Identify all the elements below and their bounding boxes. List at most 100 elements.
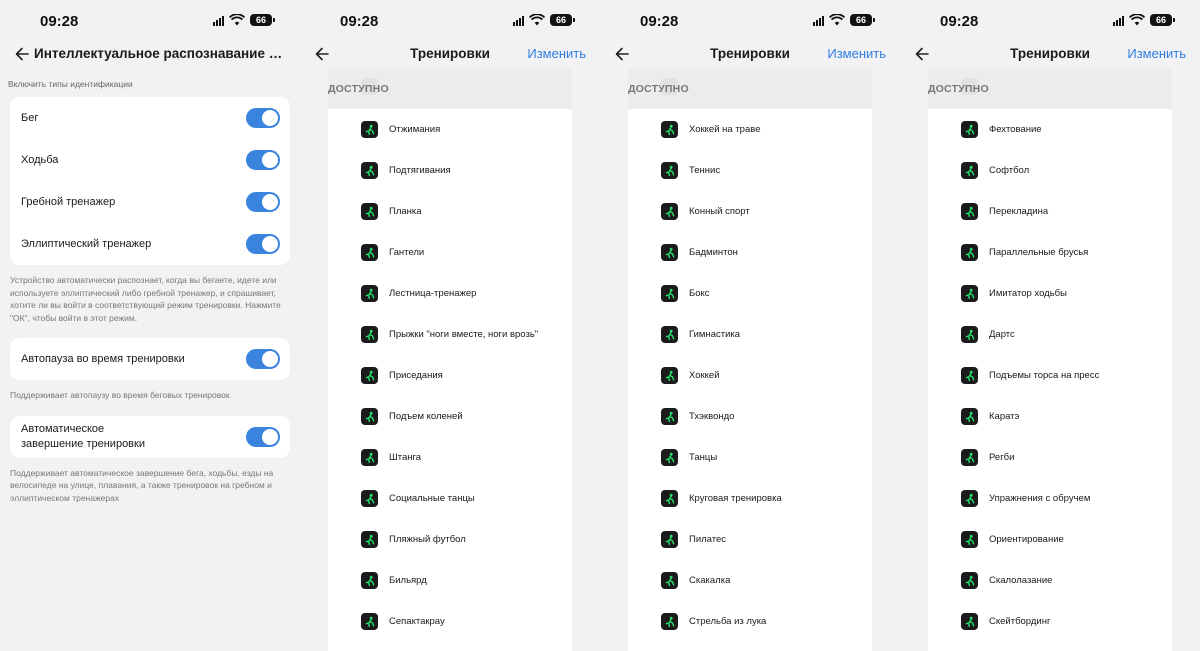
workout-icon [361,121,378,138]
list-item[interactable]: Хоккей на траве [628,109,872,150]
list-item[interactable]: Бадминтон [628,232,872,273]
list-item[interactable]: Подъем коленей [328,396,572,437]
list-item[interactable]: Планка [328,191,572,232]
toggle-switch-run[interactable] [246,108,280,128]
list-item[interactable]: Параллельные брусья [928,232,1172,273]
wifi-icon [829,14,845,26]
workout-icon [661,326,678,343]
list-item[interactable]: Каратэ [928,396,1172,437]
list-item[interactable]: Фехтование [928,109,1172,150]
toggle-row-run: Бег [10,97,290,139]
list-item[interactable]: Конный спорт [628,191,872,232]
toggle-switch-elliptical[interactable] [246,234,280,254]
workout-icon [661,572,678,589]
toggle-switch-autofinish[interactable] [246,426,280,447]
list-item[interactable]: Социальные танцы [328,478,572,519]
status-time: 09:28 [340,13,379,30]
toggle-label: Бег [21,111,39,124]
edit-button[interactable]: Изменить [827,46,886,61]
list-item[interactable]: Гимнастика [628,314,872,355]
list-item[interactable]: Приседания [328,355,572,396]
list-item[interactable]: Хоккей [628,355,872,396]
workout-icon [361,162,378,179]
workout-icon [661,162,678,179]
workout-icon [961,408,978,425]
workout-icon [361,285,378,302]
workout-icon [361,326,378,343]
list-item[interactable]: Пилатес [628,519,872,560]
list-item[interactable]: Бильярд [328,560,572,601]
workout-label: Круговая тренировка [689,493,782,504]
toggle-switch-autopause[interactable] [246,349,280,369]
toggle-switch-walk[interactable] [246,150,280,170]
workout-label: Регби [989,452,1015,463]
workout-label: Танцы [689,452,718,463]
list-item[interactable]: Танцы [628,437,872,478]
list-item[interactable]: Ориентирование [928,519,1172,560]
workout-icon [661,285,678,302]
workout-label: Хоккей [689,370,720,381]
wifi-icon [229,14,245,26]
nav-bar: Тренировки Изменить [300,44,600,68]
list-item[interactable]: Гантели [328,232,572,273]
workout-label: Лестница-тренажер [389,288,477,299]
workout-label: Сепактакрау [389,616,445,627]
autopause-card: Автопауза во время тренировки [10,338,290,380]
available-title: ДОСТУПНО [928,83,989,95]
status-time: 09:28 [640,13,679,30]
workout-icon [961,490,978,507]
list-item[interactable]: Имитатор ходьбы [928,273,1172,314]
list-item[interactable]: Теннис [628,150,872,191]
list-item[interactable]: Бокс [628,273,872,314]
toggle-row-rowing: Гребной тренажер [10,181,290,223]
workout-icon [961,613,978,630]
list-item[interactable]: Регби [928,437,1172,478]
list-item[interactable]: Пляжный футбол [328,519,572,560]
workout-label: Параллельные брусья [989,247,1089,258]
status-bar: 09:28 66 [0,0,300,44]
workout-label: Отжимания [389,124,441,135]
toggle-label: Автопауза во время тренировки [21,352,185,365]
list-item[interactable]: Отжимания [328,109,572,150]
list-item[interactable]: Прыжки "ноги вместе, ноги врозь" [328,314,572,355]
edit-button[interactable]: Изменить [1127,46,1186,61]
workout-icon [361,203,378,220]
workout-label: Прыжки "ноги вместе, ноги врозь" [389,329,539,340]
list-item[interactable]: Скейтбординг [928,601,1172,642]
workout-icon [661,490,678,507]
workout-icon [661,531,678,548]
battery-icon: 66 [850,14,875,26]
list-item[interactable]: Лестница-тренажер [328,273,572,314]
list-item[interactable]: Круговая тренировка [628,478,872,519]
back-arrow-icon[interactable] [14,44,30,64]
list-item[interactable]: Дартс [928,314,1172,355]
list-item[interactable]: Подтягивания [328,150,572,191]
phone-screen-recognition: 09:28 66 Интеллектуальное распознавание … [0,0,300,651]
workout-label: Дартс [989,329,1015,340]
list-item[interactable]: Штанга [328,437,572,478]
list-item[interactable]: Подъемы торса на пресс [928,355,1172,396]
list-item[interactable]: Упражнения с обручем [928,478,1172,519]
status-icons: 66 [813,14,875,26]
signal-icon [813,15,824,26]
list-item[interactable]: Софтбол [928,150,1172,191]
page-title: Интеллектуальное распознавание тренирово… [34,46,288,61]
workout-label: Каратэ [989,411,1020,422]
list-item[interactable]: Перекладина [928,191,1172,232]
workout-label: Ориентирование [989,534,1064,545]
list-item[interactable]: Стрельба из лука [628,601,872,642]
nav-bar: Тренировки Изменить [900,44,1200,68]
edit-button[interactable]: Изменить [527,46,586,61]
list-item[interactable]: Скалолазание [928,560,1172,601]
toggle-label: Автоматическое завершение тренировки [21,422,145,450]
workout-icon [661,613,678,630]
list-item[interactable]: Тхэквондо [628,396,872,437]
list-item[interactable]: Сепактакрау [328,601,572,642]
workout-label: Пляжный футбол [389,534,466,545]
toggle-switch-rowing[interactable] [246,192,280,212]
workout-label: Подтягивания [389,165,451,176]
screens-row: 09:28 66 Интеллектуальное распознавание … [0,0,1200,651]
signal-icon [213,15,224,26]
wifi-icon [1129,14,1145,26]
list-item[interactable]: Скакалка [628,560,872,601]
